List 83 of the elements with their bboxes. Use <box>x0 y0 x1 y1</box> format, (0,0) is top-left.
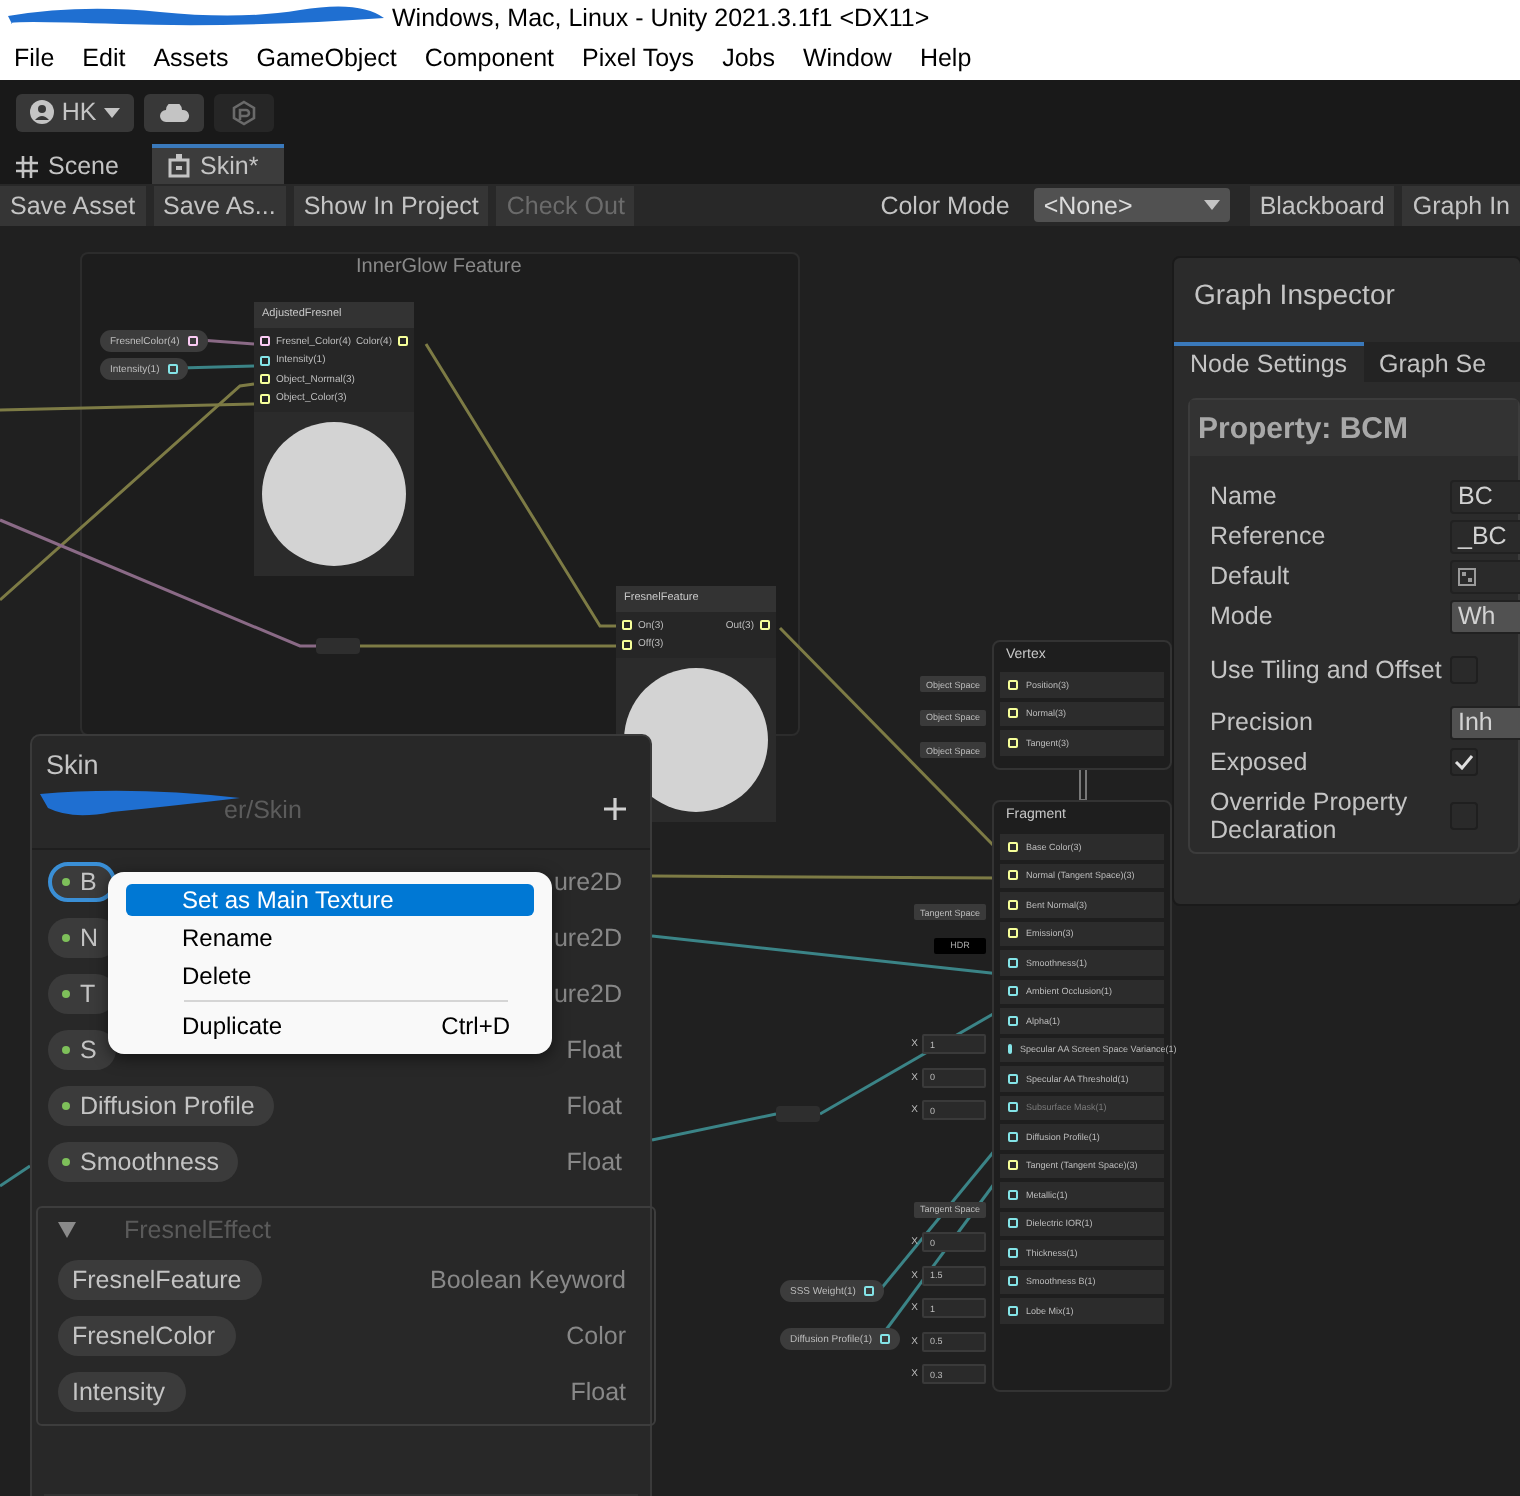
inspector-tab[interactable]: Graph Se <box>1363 342 1503 382</box>
field-label: Reference <box>1210 522 1328 550</box>
grid-icon <box>16 155 38 177</box>
inspector-title: Graph Inspector <box>1192 276 1397 314</box>
menu-option[interactable]: Delete <box>126 960 534 992</box>
property-pill[interactable]: B <box>48 862 117 902</box>
field-label: Exposed <box>1210 748 1310 776</box>
property-pill[interactable]: FresnelColor <box>58 1316 236 1356</box>
field-label: Override Property Declaration <box>1210 787 1410 843</box>
card-header: Property: BCM <box>1190 400 1518 456</box>
texture-field[interactable] <box>1450 559 1520 593</box>
caret-icon <box>104 107 121 117</box>
text-field[interactable]: BC <box>1450 479 1520 513</box>
menu-item[interactable]: Window <box>788 44 906 72</box>
connection-line <box>0 1164 31 1188</box>
toolbar-button[interactable]: Save As... <box>153 185 286 225</box>
redirect-node[interactable] <box>776 1106 820 1122</box>
menu-item[interactable]: Edit <box>68 44 140 72</box>
property-type: Float <box>566 1148 622 1176</box>
field-label: Default <box>1210 562 1292 590</box>
redirect-node[interactable] <box>316 638 360 654</box>
property-type: Boolean Keyword <box>430 1266 626 1294</box>
menu-item[interactable]: Pixel Toys <box>568 44 709 72</box>
field-label: Precision <box>1210 708 1315 736</box>
property-pill[interactable]: Smoothness <box>48 1142 239 1182</box>
exposed-dot <box>62 1046 70 1054</box>
menu-option[interactable]: Set as Main Texture <box>126 884 534 916</box>
user-icon <box>29 100 54 124</box>
connection-line <box>651 1112 777 1142</box>
blackboard-title: Skin <box>46 750 99 780</box>
field-label: Mode <box>1210 602 1275 630</box>
color-mode-dropdown[interactable]: <None> <box>1033 188 1230 222</box>
color-mode-label: Color Mode <box>880 191 1010 219</box>
graph-icon <box>168 154 190 178</box>
menu-item[interactable]: Jobs <box>708 44 789 72</box>
menu-item[interactable]: Assets <box>139 44 243 72</box>
menu-item[interactable]: Help <box>905 44 986 72</box>
account-button[interactable]: HK <box>16 93 134 131</box>
window-title: Windows, Mac, Linux - Unity 2021.3.1f1 <DX11> <box>392 4 930 32</box>
property-type: Float <box>570 1378 626 1406</box>
property-type: Color <box>566 1322 626 1350</box>
property-pill[interactable]: S <box>48 1030 117 1070</box>
property-pill[interactable]: FresnelFeature <box>58 1260 262 1300</box>
exposed-dot <box>62 990 70 998</box>
exposed-dot <box>62 934 70 942</box>
property-type: ure2D <box>553 924 622 952</box>
property-pill[interactable]: Intensity <box>58 1372 186 1412</box>
add-icon[interactable] <box>604 798 626 820</box>
editor-tab[interactable]: Scene <box>0 144 152 184</box>
exposed-dot <box>62 1102 70 1110</box>
exposed-dot <box>62 878 70 886</box>
caret-icon <box>1203 200 1220 210</box>
menu-item[interactable]: File <box>0 44 69 72</box>
dropdown[interactable]: Wh <box>1450 599 1520 633</box>
field-label: Name <box>1210 482 1279 510</box>
texture-icon <box>1458 567 1476 585</box>
property-type: Float <box>566 1092 622 1120</box>
menu-option[interactable]: Duplicate Ctrl+D <box>126 1010 534 1042</box>
property-type: Float <box>566 1036 622 1064</box>
toolbar-button[interactable]: Show In Project <box>293 185 489 225</box>
exposed-dot <box>62 1158 70 1166</box>
menu-item[interactable]: Component <box>410 44 569 72</box>
property-type: ure2D <box>553 868 622 896</box>
cloud-button[interactable] <box>144 93 204 131</box>
stack-link <box>1079 767 1087 801</box>
property-type: ure2D <box>553 980 622 1008</box>
property-pill[interactable]: Diffusion Profile <box>48 1086 275 1126</box>
hexagon-icon <box>232 99 256 125</box>
toolbar-button[interactable]: Save Asset <box>0 185 146 225</box>
group-title: InnerGlow Feature <box>356 256 522 278</box>
toggle-button[interactable]: Graph In <box>1402 185 1520 225</box>
menu-item[interactable]: GameObject <box>242 44 411 72</box>
menu-option[interactable]: Rename <box>126 922 534 954</box>
dropdown[interactable]: Inh <box>1450 705 1520 739</box>
collab-button[interactable] <box>214 93 274 131</box>
checkbox[interactable] <box>1450 748 1478 776</box>
toggle-button[interactable]: Blackboard <box>1249 185 1395 225</box>
editor-tab[interactable]: Skin* <box>152 144 284 184</box>
cloud-icon <box>159 103 189 121</box>
inspector-tab[interactable]: Node Settings <box>1174 342 1364 382</box>
field-label: Use Tiling and Offset <box>1210 655 1444 683</box>
expand-arrow-icon[interactable] <box>58 1222 76 1238</box>
text-field[interactable]: _BC <box>1450 519 1520 553</box>
